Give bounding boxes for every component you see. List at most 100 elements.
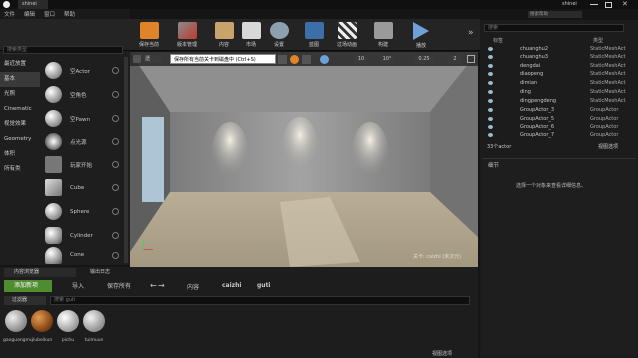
save-all-button[interactable]: 保存所有 (97, 281, 131, 292)
source-control-button[interactable]: 版本管理 (170, 21, 204, 50)
table-row[interactable]: GroupActor_7 GroupActor (482, 131, 632, 139)
help-search-input[interactable]: 搜索帮助 (528, 11, 582, 18)
tab-output-log[interactable]: 输出日志 (80, 268, 140, 277)
eye-icon[interactable] (488, 64, 493, 68)
add-new-button[interactable]: 添加新项 (4, 280, 52, 292)
menu-window[interactable]: 窗口 (44, 10, 55, 18)
material-thumbnail[interactable] (31, 310, 53, 332)
table-row[interactable]: ding StaticMeshAct (482, 88, 632, 96)
maximize-icon[interactable] (605, 2, 612, 8)
table-row[interactable]: chuanghu2 StaticMeshAct (482, 45, 632, 53)
help-icon[interactable] (112, 161, 119, 168)
list-item[interactable]: Cone (41, 246, 123, 264)
table-row[interactable]: diaopeng StaticMeshAct (482, 70, 632, 78)
grid-snap-value[interactable]: 10 (354, 55, 368, 64)
eye-icon[interactable] (488, 90, 493, 94)
build-button[interactable]: 构建 (366, 21, 400, 50)
filters-button[interactable]: 过滤器 (4, 296, 46, 305)
table-row[interactable]: dingpengdeng StaticMeshAct (482, 97, 632, 105)
maximize-viewport-icon[interactable] (467, 55, 475, 63)
table-row[interactable]: chuanghu3 StaticMeshAct (482, 53, 632, 61)
world-space-icon[interactable] (320, 55, 329, 64)
asset-search-input[interactable]: 搜索 guti (50, 296, 470, 305)
list-item[interactable]: 空Actor (41, 59, 123, 82)
help-icon[interactable] (112, 208, 119, 215)
outliner-view-options[interactable]: 视图选项 (598, 143, 618, 150)
menu-edit[interactable]: 编辑 (24, 10, 35, 18)
help-icon[interactable] (112, 91, 119, 98)
rotate-icon[interactable] (290, 55, 299, 64)
tab-content-browser[interactable]: 内容浏览器 (4, 268, 76, 277)
list-item[interactable]: 空角色 (41, 83, 123, 106)
category-lights[interactable]: 光照 (0, 87, 40, 102)
eye-icon[interactable] (488, 117, 493, 121)
category-all-classes[interactable]: 所有类 (0, 162, 40, 177)
list-item[interactable]: Sphere (41, 200, 123, 223)
camera-speed-value[interactable]: 2 (448, 55, 462, 64)
table-row[interactable]: GroupActor_3 GroupActor (482, 106, 632, 114)
table-row[interactable]: dengdai StaticMeshAct (482, 62, 632, 70)
table-row[interactable]: GroupActor_6 GroupActor (482, 123, 632, 131)
material-thumbnail[interactable] (57, 310, 79, 332)
details-tab[interactable]: 细节 (488, 161, 499, 169)
category-geometry[interactable]: Geometry (0, 132, 40, 147)
list-item[interactable]: 点光源 (41, 130, 123, 153)
list-item[interactable]: Cube (41, 176, 123, 199)
list-item[interactable]: 空Pawn (41, 107, 123, 130)
close-icon[interactable]: ✕ (622, 0, 628, 9)
play-button[interactable]: 播放 (404, 21, 438, 50)
help-icon[interactable] (112, 232, 119, 239)
column-label[interactable]: 标签 (493, 37, 503, 44)
viewport-options-icon[interactable] (133, 55, 141, 63)
material-thumbnail[interactable] (83, 310, 105, 332)
perspective-button[interactable]: 透 (143, 55, 163, 63)
eye-icon[interactable] (488, 108, 493, 112)
eye-icon[interactable] (488, 133, 493, 137)
category-volumes[interactable]: 体积 (0, 147, 40, 162)
minimize-icon[interactable] (590, 4, 598, 5)
settings-button[interactable]: 设置 (262, 21, 296, 50)
rotation-snap-value[interactable]: 10° (380, 55, 394, 64)
help-icon[interactable] (112, 251, 119, 259)
help-icon[interactable] (112, 184, 119, 191)
help-icon[interactable] (112, 138, 119, 145)
window-tab[interactable]: shinei (18, 0, 48, 9)
modes-scrollbar[interactable] (124, 57, 128, 263)
eye-icon[interactable] (488, 72, 493, 76)
breadcrumb-caizhi[interactable]: caizhi (222, 282, 241, 289)
forward-icon[interactable]: → (158, 281, 165, 290)
category-recent[interactable]: 最近放置 (0, 57, 40, 72)
help-icon[interactable] (112, 67, 119, 74)
translate-icon[interactable] (278, 55, 287, 64)
blueprints-button[interactable]: 蓝图 (297, 21, 331, 50)
cinematics-button[interactable]: 过场动画 (330, 21, 364, 50)
eye-icon[interactable] (488, 47, 493, 51)
save-current-button[interactable]: 保存当前 (132, 21, 166, 50)
eye-icon[interactable] (488, 99, 493, 103)
breadcrumb-guti[interactable]: guti (257, 282, 271, 289)
eye-icon[interactable] (488, 81, 493, 85)
list-item[interactable]: 玩家开始 (41, 153, 123, 176)
category-basic[interactable]: 基本 (0, 72, 40, 87)
menu-file[interactable]: 文件 (4, 10, 15, 18)
eye-icon[interactable] (488, 55, 493, 59)
material-thumbnail[interactable] (5, 310, 27, 332)
eye-icon[interactable] (488, 125, 493, 129)
scale-snap-value[interactable]: 0.25 (414, 55, 434, 64)
modes-search-input[interactable]: 搜索类型 (3, 46, 123, 54)
table-row[interactable]: dimian StaticMeshAct (482, 79, 632, 87)
back-icon[interactable]: ← (150, 281, 157, 290)
toolbar-expand-icon[interactable]: » (468, 28, 474, 38)
list-item[interactable]: Cylinder (41, 224, 123, 247)
table-row[interactable]: GroupActor_5 GroupActor (482, 115, 632, 123)
import-button[interactable]: 导入 (62, 281, 84, 292)
category-visual-effects[interactable]: 视觉效果 (0, 117, 40, 132)
level-viewport[interactable] (130, 52, 478, 267)
scale-icon[interactable] (302, 55, 311, 64)
menu-help[interactable]: 帮助 (64, 10, 75, 18)
column-type[interactable]: 类型 (593, 37, 603, 44)
help-icon[interactable] (112, 115, 119, 122)
breadcrumb-content[interactable]: 内容 (187, 282, 199, 291)
category-cinematic[interactable]: Cinematic (0, 102, 40, 117)
outliner-search-input[interactable]: 搜索 (484, 24, 624, 32)
